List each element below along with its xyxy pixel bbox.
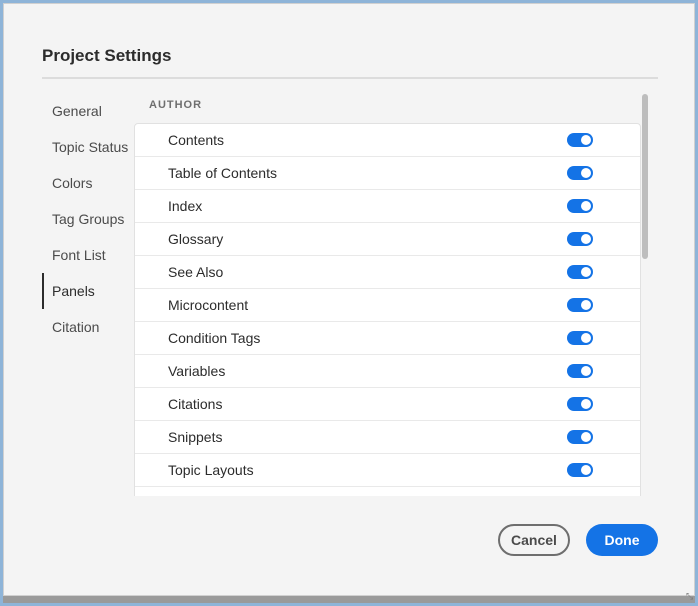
panel-toggle-switch[interactable]: [567, 463, 593, 477]
sidebar-item-general[interactable]: General: [42, 93, 132, 129]
panel-toggle-switch[interactable]: [567, 298, 593, 312]
panel-row: Microcontent: [135, 289, 640, 322]
panel-row: [135, 487, 640, 496]
toggle-knob: [581, 135, 591, 145]
panel-row: Citations: [135, 388, 640, 421]
toggle-knob: [581, 234, 591, 244]
panel-label: Glossary: [168, 231, 224, 247]
toggle-knob: [581, 366, 591, 376]
panel-label: Snippets: [168, 429, 223, 445]
panel-toggle-switch[interactable]: [567, 199, 593, 213]
section-heading-author: AUTHOR: [149, 99, 203, 111]
panel-toggle-switch[interactable]: [567, 133, 593, 147]
panel-toggle-switch[interactable]: [567, 430, 593, 444]
cancel-button[interactable]: Cancel: [498, 524, 570, 556]
window-bottom-edge: [3, 596, 695, 603]
settings-sidebar: General Topic Status Colors Tag Groups F…: [42, 93, 132, 345]
panel-toggle-switch[interactable]: [567, 265, 593, 279]
resize-grip-icon[interactable]: ⤡: [686, 592, 694, 601]
sidebar-item-colors[interactable]: Colors: [42, 165, 132, 201]
panel-label: See Also: [168, 264, 224, 280]
toggle-knob: [581, 300, 591, 310]
panel-label: Citations: [168, 396, 223, 412]
panel-toggle-switch[interactable]: [567, 331, 593, 345]
panel-row: Variables: [135, 355, 640, 388]
panel-row: Contents: [135, 124, 640, 157]
toggle-knob: [581, 267, 591, 277]
sidebar-item-panels[interactable]: Panels: [42, 273, 132, 309]
toggle-knob: [581, 399, 591, 409]
panel-row: Index: [135, 190, 640, 223]
sidebar-item-topic-status[interactable]: Topic Status: [42, 129, 132, 165]
panel-label: Table of Contents: [168, 165, 277, 181]
title-divider: [42, 77, 658, 79]
panel-row: Condition Tags: [135, 322, 640, 355]
sidebar-item-citation[interactable]: Citation: [42, 309, 132, 345]
vertical-scrollbar[interactable]: [642, 94, 648, 259]
toggle-knob: [581, 201, 591, 211]
panel-row: Topic Layouts: [135, 454, 640, 487]
sidebar-item-font-list[interactable]: Font List: [42, 237, 132, 273]
toggle-knob: [581, 465, 591, 475]
panel-toggle-switch[interactable]: [567, 232, 593, 246]
toggle-knob: [581, 432, 591, 442]
panel-row: Snippets: [135, 421, 640, 454]
project-settings-dialog: Project Settings General Topic Status Co…: [3, 3, 695, 596]
panel-row: Glossary: [135, 223, 640, 256]
panel-label: Variables: [168, 363, 226, 379]
panel-row: See Also: [135, 256, 640, 289]
panel-row: Table of Contents: [135, 157, 640, 190]
panel-label: Index: [168, 198, 203, 214]
panel-label: Topic Layouts: [168, 462, 254, 478]
panel-toggle-switch[interactable]: [567, 166, 593, 180]
toggle-knob: [581, 168, 591, 178]
panel-toggle-switch[interactable]: [567, 397, 593, 411]
panel-toggle-switch[interactable]: [567, 364, 593, 378]
panel-label: Condition Tags: [168, 330, 261, 346]
toggle-knob: [581, 333, 591, 343]
dialog-title: Project Settings: [42, 46, 172, 65]
panels-list: Contents Table of Contents Index Glossary Se…: [134, 123, 641, 496]
panels-list-viewport: Contents Table of Contents Index Glossary Se…: [134, 123, 641, 496]
panel-label: Microcontent: [168, 297, 249, 313]
done-button[interactable]: Done: [586, 524, 658, 556]
sidebar-item-tag-groups[interactable]: Tag Groups: [42, 201, 132, 237]
panel-label: Contents: [168, 132, 225, 148]
